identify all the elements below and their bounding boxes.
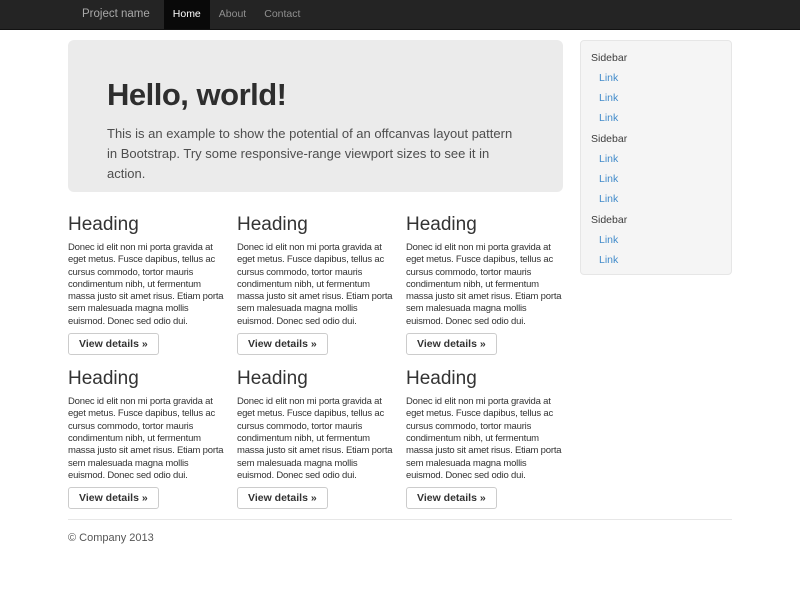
sidebar-link[interactable]: Link bbox=[581, 230, 731, 250]
view-details-button[interactable]: View details » bbox=[68, 487, 159, 509]
sidebar-panel: SidebarLinkLinkLinkSidebarLinkLinkLinkSi… bbox=[580, 40, 732, 275]
navbar-container: Project name HomeAboutContact bbox=[68, 0, 732, 29]
view-details-button[interactable]: View details » bbox=[406, 487, 497, 509]
sidebar-link[interactable]: Link bbox=[581, 108, 731, 128]
sidebar-group-header: Sidebar bbox=[581, 209, 731, 230]
brand-link[interactable]: Project name bbox=[68, 0, 164, 29]
page-footer: © Company 2013 bbox=[68, 519, 732, 544]
sidebar-link[interactable]: Link bbox=[581, 149, 731, 169]
nav-link-contact[interactable]: Contact bbox=[255, 0, 309, 29]
view-details-button[interactable]: View details » bbox=[406, 333, 497, 355]
sidebar-link[interactable]: Link bbox=[581, 189, 731, 209]
sidebar-link[interactable]: Link bbox=[581, 88, 731, 108]
card: Heading Donec id elit non mi porta gravid… bbox=[68, 368, 225, 509]
card-body-text: Donec id elit non mi porta gravida at eg… bbox=[406, 396, 563, 482]
sidebar-link[interactable]: Link bbox=[581, 68, 731, 88]
card-heading: Heading bbox=[406, 214, 563, 235]
sidebar-group-header: Sidebar bbox=[581, 47, 731, 68]
card-body-text: Donec id elit non mi porta gravida at eg… bbox=[237, 396, 394, 482]
card-body-text: Donec id elit non mi porta gravida at eg… bbox=[237, 242, 394, 328]
card-body-text: Donec id elit non mi porta gravida at eg… bbox=[68, 396, 225, 482]
card-heading: Heading bbox=[237, 368, 394, 389]
content-column: Hello, world! This is an example to show… bbox=[68, 30, 563, 509]
cards-grid: Heading Donec id elit non mi porta gravid… bbox=[68, 214, 563, 509]
copyright-text: © Company 2013 bbox=[68, 532, 732, 544]
nav-item: Home bbox=[164, 0, 210, 29]
top-navbar: Project name HomeAboutContact bbox=[0, 0, 800, 30]
nav-link-home[interactable]: Home bbox=[164, 0, 210, 29]
nav-link-about[interactable]: About bbox=[210, 0, 255, 29]
sidebar-link[interactable]: Link bbox=[581, 169, 731, 189]
card-heading: Heading bbox=[68, 214, 225, 235]
sidebar-link[interactable]: Link bbox=[581, 250, 731, 270]
card-heading: Heading bbox=[68, 368, 225, 389]
card-heading: Heading bbox=[237, 214, 394, 235]
jumbotron-description: This is an example to show the potential… bbox=[107, 124, 525, 184]
card: Heading Donec id elit non mi porta gravid… bbox=[406, 214, 563, 355]
nav-item: About bbox=[210, 0, 255, 29]
sidebar-group-header: Sidebar bbox=[581, 128, 731, 149]
navbar-menu: HomeAboutContact bbox=[164, 0, 310, 29]
card: Heading Donec id elit non mi porta gravid… bbox=[406, 368, 563, 509]
jumbotron: Hello, world! This is an example to show… bbox=[68, 40, 563, 192]
card: Heading Donec id elit non mi porta gravid… bbox=[237, 368, 394, 509]
main-container: Hello, world! This is an example to show… bbox=[68, 30, 732, 509]
card-body-text: Donec id elit non mi porta gravida at eg… bbox=[406, 242, 563, 328]
view-details-button[interactable]: View details » bbox=[237, 333, 328, 355]
card: Heading Donec id elit non mi porta gravid… bbox=[68, 214, 225, 355]
page-title: Hello, world! bbox=[107, 78, 525, 112]
card-heading: Heading bbox=[406, 368, 563, 389]
card: Heading Donec id elit non mi porta gravid… bbox=[237, 214, 394, 355]
nav-item: Contact bbox=[255, 0, 309, 29]
view-details-button[interactable]: View details » bbox=[237, 487, 328, 509]
card-body-text: Donec id elit non mi porta gravida at eg… bbox=[68, 242, 225, 328]
view-details-button[interactable]: View details » bbox=[68, 333, 159, 355]
